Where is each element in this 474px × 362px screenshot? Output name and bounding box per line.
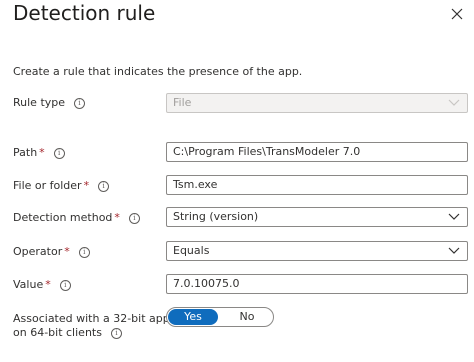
info-icon[interactable]: i <box>59 280 71 291</box>
detection-method-select[interactable]: String (version) <box>166 207 468 227</box>
value-input[interactable]: 7.0.10075.0 <box>166 274 468 294</box>
rule-type-select: File <box>166 93 468 113</box>
required-marker: * <box>114 211 120 224</box>
detection-method-label: Detection method * i <box>13 211 140 225</box>
chevron-down-icon <box>448 99 460 106</box>
rule-type-label: Rule type i <box>13 96 86 110</box>
toggle-option-yes[interactable]: Yes <box>168 309 218 325</box>
required-marker: * <box>83 179 90 192</box>
info-icon[interactable]: i <box>53 148 65 159</box>
panel-description: Create a rule that indicates the presenc… <box>13 65 303 78</box>
info-icon[interactable]: i <box>98 181 110 192</box>
info-icon[interactable]: i <box>110 328 122 339</box>
path-label: Path * i <box>13 146 65 160</box>
operator-select[interactable]: Equals <box>166 241 468 261</box>
associated-32bit-toggle: Yes No <box>166 307 274 327</box>
file-or-folder-label: File or folder * i <box>13 179 110 193</box>
associated-32bit-label-line1: Associated with a 32-bit app <box>13 312 170 325</box>
toggle-option-no[interactable]: No <box>222 309 272 325</box>
required-marker: * <box>64 245 70 258</box>
chevron-down-icon <box>448 213 460 220</box>
chevron-down-icon <box>448 247 460 254</box>
close-icon[interactable] <box>449 6 465 22</box>
operator-label: Operator * i <box>13 245 90 259</box>
associated-32bit-label-line2: on 64-bit clients i <box>13 326 122 340</box>
file-or-folder-input[interactable]: Tsm.exe <box>166 175 468 195</box>
info-icon[interactable]: i <box>74 98 86 109</box>
required-marker: * <box>45 278 51 291</box>
required-marker: * <box>39 146 45 159</box>
info-icon[interactable]: i <box>78 247 90 258</box>
panel-title: Detection rule <box>13 1 156 25</box>
info-icon[interactable]: i <box>128 213 140 224</box>
path-input[interactable]: C:\Program Files\TransModeler 7.0 <box>166 142 468 162</box>
value-label: Value * i <box>13 278 71 292</box>
